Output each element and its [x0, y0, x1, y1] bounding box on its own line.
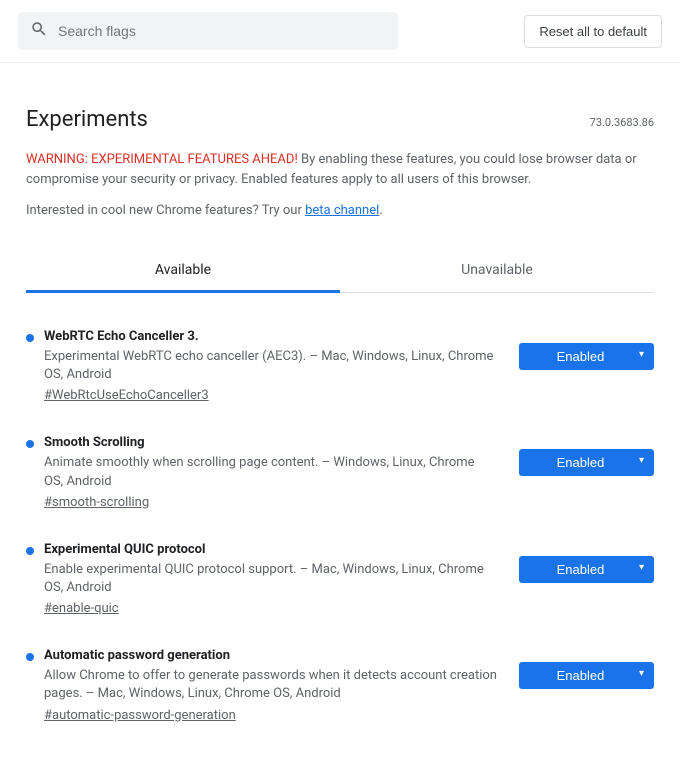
tabs: Available Unavailable	[26, 248, 654, 293]
flag-list: WebRTC Echo Canceller 3. Experimental We…	[26, 315, 654, 741]
flag-body: Smooth Scrolling Animate smoothly when s…	[44, 435, 509, 509]
flag-row: Automatic password generation Allow Chro…	[26, 634, 654, 740]
beta-channel-link[interactable]: beta channel	[305, 203, 379, 218]
flag-state-select[interactable]: Enabled	[519, 449, 654, 476]
status-dot-icon	[26, 440, 34, 448]
flag-body: Experimental QUIC protocol Enable experi…	[44, 542, 509, 616]
flag-row: WebRTC Echo Canceller 3. Experimental We…	[26, 315, 654, 421]
flag-title: Smooth Scrolling	[44, 435, 497, 450]
reset-all-button[interactable]: Reset all to default	[524, 15, 662, 48]
flag-select-wrap: Enabled	[519, 648, 654, 689]
page-title: Experiments	[26, 107, 148, 132]
flag-title: Automatic password generation	[44, 648, 497, 663]
flag-select-wrap: Enabled	[519, 329, 654, 370]
interest-line: Interested in cool new Chrome features? …	[26, 203, 654, 218]
flag-state-select[interactable]: Enabled	[519, 662, 654, 689]
status-dot-icon	[26, 334, 34, 342]
status-dot-icon	[26, 653, 34, 661]
flag-title: Experimental QUIC protocol	[44, 542, 497, 557]
warning-head: WARNING: EXPERIMENTAL FEATURES AHEAD!	[26, 152, 298, 167]
flag-hash-link[interactable]: #enable-quic	[44, 601, 119, 616]
flag-description: Enable experimental QUIC protocol suppor…	[44, 561, 497, 597]
flag-state-select[interactable]: Enabled	[519, 343, 654, 370]
version-label: 73.0.3683.86	[590, 116, 654, 129]
flag-body: Automatic password generation Allow Chro…	[44, 648, 509, 722]
status-dot-icon	[26, 547, 34, 555]
flag-hash-link[interactable]: #WebRtcUseEchoCanceller3	[44, 388, 209, 403]
flag-title: WebRTC Echo Canceller 3.	[44, 329, 497, 344]
flag-row: Smooth Scrolling Animate smoothly when s…	[26, 421, 654, 527]
flag-hash-link[interactable]: #smooth-scrolling	[44, 495, 149, 510]
top-bar: Reset all to default	[0, 0, 680, 63]
search-box[interactable]	[18, 12, 398, 50]
tab-available[interactable]: Available	[26, 248, 340, 292]
flag-description: Animate smoothly when scrolling page con…	[44, 454, 497, 490]
flag-state-select[interactable]: Enabled	[519, 556, 654, 583]
flag-description: Experimental WebRTC echo canceller (AEC3…	[44, 348, 497, 384]
flag-hash-link[interactable]: #automatic-password-generation	[44, 708, 236, 723]
flag-select-wrap: Enabled	[519, 435, 654, 476]
interest-post: .	[379, 203, 382, 218]
flag-row: Experimental QUIC protocol Enable experi…	[26, 528, 654, 634]
search-input[interactable]	[58, 23, 386, 39]
tab-unavailable[interactable]: Unavailable	[340, 248, 654, 292]
flag-description: Allow Chrome to offer to generate passwo…	[44, 667, 497, 703]
flag-body: WebRTC Echo Canceller 3. Experimental We…	[44, 329, 509, 403]
interest-pre: Interested in cool new Chrome features? …	[26, 203, 305, 218]
flag-select-wrap: Enabled	[519, 542, 654, 583]
warning-block: WARNING: EXPERIMENTAL FEATURES AHEAD! By…	[26, 150, 654, 189]
content: Experiments 73.0.3683.86 WARNING: EXPERI…	[0, 63, 680, 761]
search-icon	[30, 20, 58, 42]
header-row: Experiments 73.0.3683.86	[26, 107, 654, 132]
